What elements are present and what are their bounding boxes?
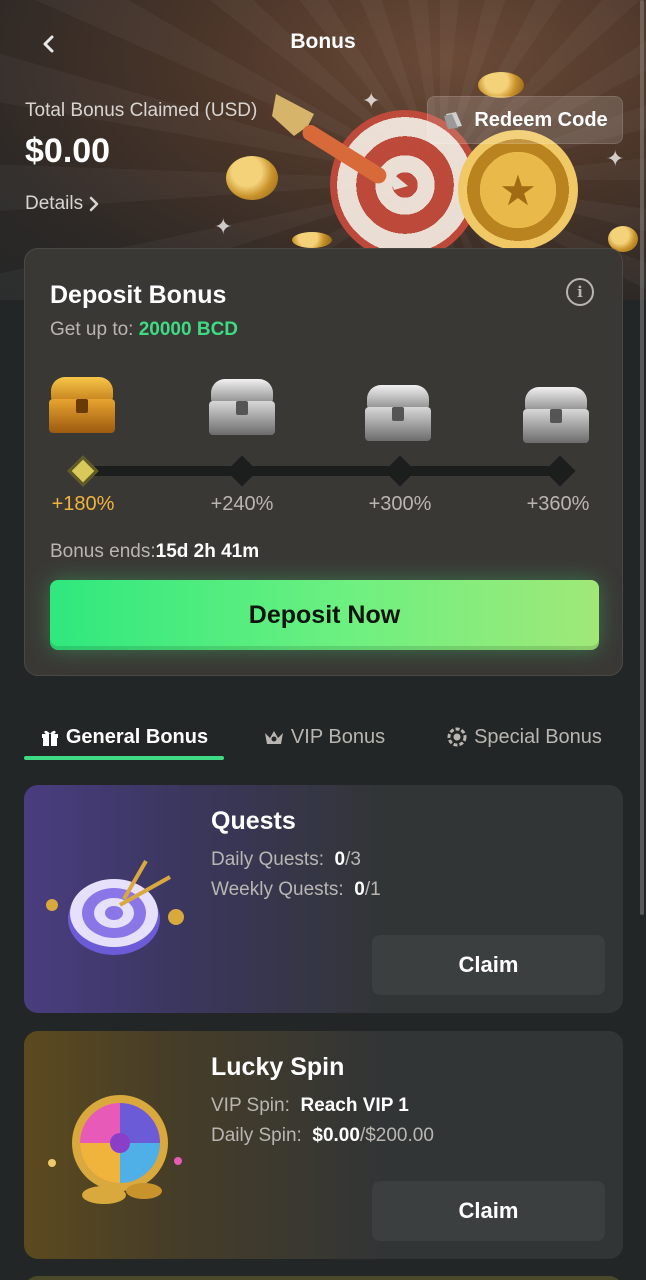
lucky-spin-card: Lucky Spin VIP Spin: Reach VIP 1 Daily S… [24,1031,623,1259]
sparkle-icon: ✦ [214,214,233,239]
crown-icon [264,731,283,744]
lucky-spin-title: Lucky Spin [211,1053,345,1081]
get-up-to-amount: 20000 BCD [138,319,239,340]
bonus-ends-countdown: 15d 2h 41m [155,541,260,562]
gold-chest-icon [47,377,117,433]
redeem-code-button[interactable]: Redeem Code [427,96,623,144]
target-darts-icon [46,859,184,955]
weekly-quests: Weekly Quests: 0/1 [211,879,381,901]
info-icon[interactable]: i [566,278,594,306]
total-bonus-label: Total Bonus Claimed (USD) [25,100,258,121]
bonus-ends-label: Bonus ends: [50,541,156,562]
tier-node [67,455,99,487]
weekly-quests-done: 0 [354,879,365,900]
next-card-peek [24,1276,623,1280]
lucky-spin-claim-button[interactable]: Claim [372,1181,605,1241]
weekly-quests-total: /1 [364,879,381,900]
tier-node [544,455,576,487]
quests-title: Quests [211,807,296,835]
quests-claim-button[interactable]: Claim [372,935,605,995]
chevron-right-icon [89,196,99,212]
gift-icon [41,730,58,746]
tier-percent: +180% [51,493,115,515]
daily-spin-label: Daily Spin: [211,1125,302,1146]
scrollbar[interactable] [640,0,644,915]
details-link[interactable]: Details [25,193,99,215]
vip-spin-label: VIP Spin: [211,1095,290,1116]
tier-percent: +240% [210,493,274,515]
gear-badge-icon [447,727,467,747]
star-medal-illustration: ★ [458,130,578,250]
daily-quests-total: /3 [345,849,361,870]
details-label: Details [25,193,84,214]
tab-special-bonus[interactable]: Special Bonus [424,712,624,762]
deposit-now-button[interactable]: Deposit Now [50,580,599,650]
coin-illustration [478,72,524,98]
total-bonus-value: $0.00 [25,132,111,170]
bonus-tabs: General Bonus VIP Bonus Special Bonus [24,712,623,762]
page-title: Bonus [290,30,356,53]
tab-special-bonus-label: Special Bonus [474,725,602,748]
daily-spin: Daily Spin: $0.00/$200.00 [211,1125,434,1147]
get-up-to: Get up to: 20000 BCD [50,319,238,341]
redeem-code-label: Redeem Code [474,108,608,131]
get-up-to-label: Get up to: [50,319,134,340]
coin-illustration [292,232,332,248]
tier-node [226,455,258,487]
tab-vip-bonus-label: VIP Bonus [290,725,386,748]
tier-progress-track [83,466,563,476]
active-tab-indicator [24,756,224,760]
silver-chest-icon [521,387,591,443]
silver-chest-icon [207,379,277,435]
daily-quests-done: 0 [334,849,346,870]
weekly-quests-label: Weekly Quests: [211,879,344,900]
tier-percent: +360% [526,493,590,515]
daily-quests: Daily Quests: 0/3 [211,849,361,871]
bonus-ends: Bonus ends:15d 2h 41m [50,541,259,563]
lucky-wheel-icon [48,1095,182,1204]
deposit-bonus-title: Deposit Bonus [50,281,227,309]
silver-chest-icon [363,385,433,441]
tier-node [384,455,416,487]
ticket-icon [444,112,463,129]
tab-vip-bonus[interactable]: VIP Bonus [224,712,424,762]
deposit-bonus-card: Deposit Bonus i Get up to: 20000 BCD +18… [24,248,623,676]
daily-spin-value: $0.00 [312,1125,360,1146]
tab-general-bonus-label: General Bonus [65,725,209,748]
tab-general-bonus[interactable]: General Bonus [24,712,224,762]
dart-illustration [272,94,408,190]
vip-spin-value: Reach VIP 1 [300,1095,409,1116]
vip-spin: VIP Spin: Reach VIP 1 [211,1095,409,1117]
tier-percent: +300% [368,493,432,515]
quests-card: Quests Daily Quests: 0/3 Weekly Quests: … [24,785,623,1013]
daily-spin-total: /$200.00 [359,1125,434,1146]
daily-quests-label: Daily Quests: [211,849,324,870]
sparkle-icon: ✦ [606,146,625,171]
sparkle-icon: ✦ [362,88,381,113]
